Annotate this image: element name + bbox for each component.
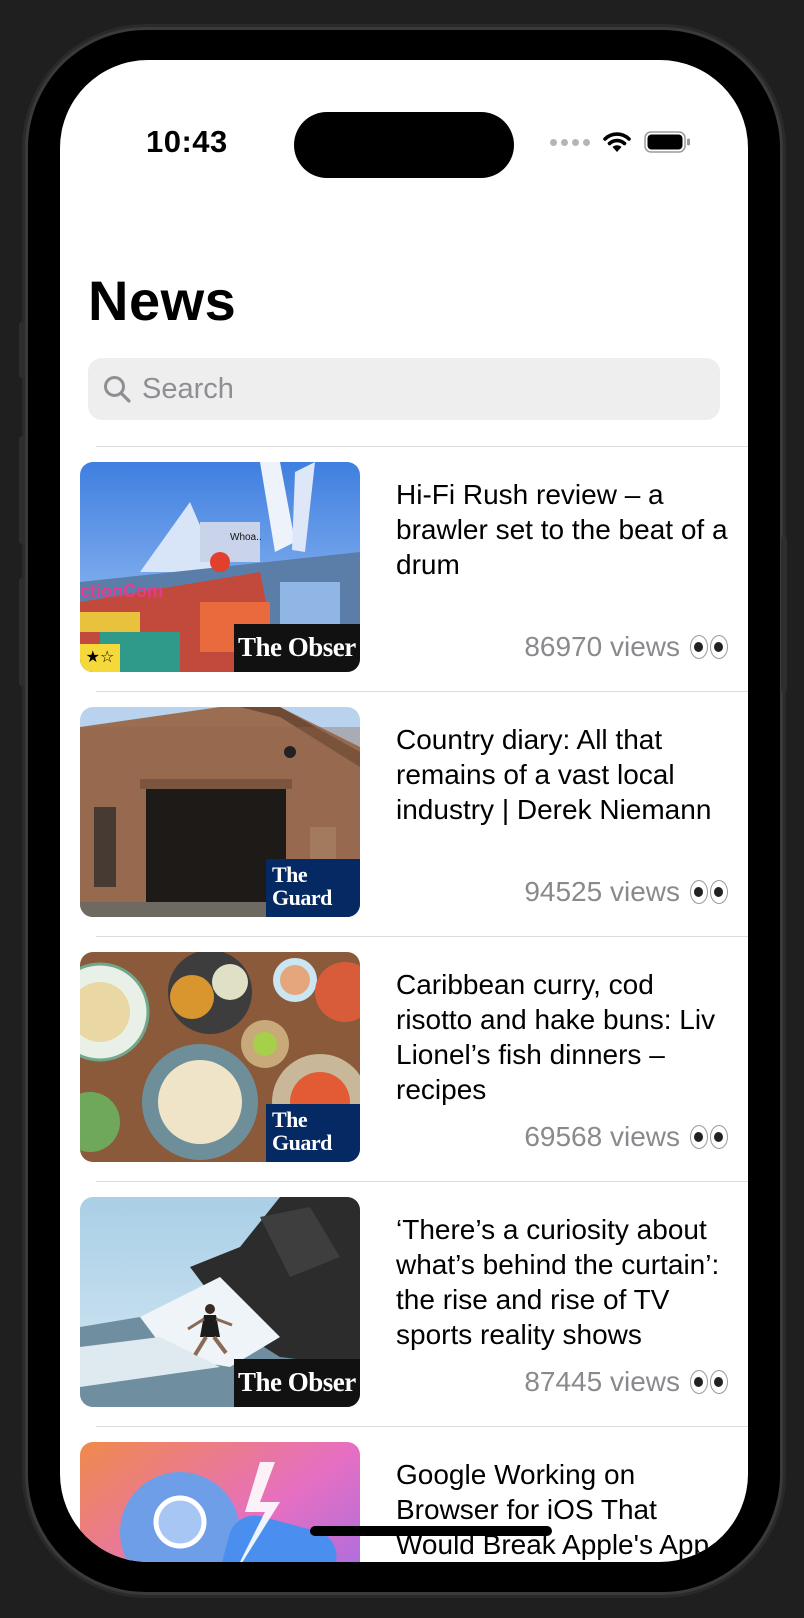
view-count: 87445 views xyxy=(524,1366,728,1398)
home-indicator[interactable] xyxy=(310,1526,552,1536)
eyes-emoji-icon xyxy=(690,635,728,659)
view-count-text: 69568 views xyxy=(524,1121,680,1152)
article-headline: Caribbean curry, cod risotto and hake bu… xyxy=(396,969,716,1105)
volume-up-button xyxy=(19,436,25,544)
cellular-signal-icon xyxy=(550,138,590,146)
article-thumbnail: ctionCom Whoa.. ★☆ The Obser xyxy=(80,462,360,672)
svg-text:Whoa..: Whoa.. xyxy=(230,532,262,543)
news-row-google-browser[interactable]: Google Working on Browser for iOS That W… xyxy=(60,1427,748,1562)
view-count-text: 87445 views xyxy=(524,1366,680,1397)
dynamic-island xyxy=(294,112,514,178)
source-badge-guardian: The Guard xyxy=(266,1104,360,1162)
search-icon xyxy=(104,376,131,403)
search-bar[interactable] xyxy=(88,358,720,420)
news-row-country-diary[interactable]: The Guard Country diary: All that remain… xyxy=(60,692,748,937)
wifi-icon xyxy=(603,132,631,152)
star-rating-badge: ★☆ xyxy=(80,644,120,672)
svg-text:ctionCom: ctionCom xyxy=(80,581,163,601)
mute-switch xyxy=(19,322,25,378)
view-count: 69568 views xyxy=(524,1121,728,1153)
browser-logos-image xyxy=(80,1442,360,1562)
source-badge-observer: The Obser xyxy=(234,624,360,672)
status-icons xyxy=(550,130,692,154)
view-count-text: 94525 views xyxy=(524,876,680,907)
eyes-emoji-icon xyxy=(690,880,728,904)
article-headline: Google Working on Browser for iOS That W… xyxy=(396,1459,710,1560)
volume-down-button xyxy=(19,578,25,686)
status-time: 10:43 xyxy=(146,124,228,159)
news-list[interactable]: ctionCom Whoa.. ★☆ The Obser Hi-Fi Rush … xyxy=(60,447,748,1562)
article-thumbnail: The Guard xyxy=(80,952,360,1162)
news-row-fish-dinners[interactable]: The Guard Caribbean curry, cod risotto a… xyxy=(60,937,748,1182)
power-button xyxy=(781,536,787,692)
view-count-text: 86970 views xyxy=(524,631,680,662)
article-headline: Hi-Fi Rush review – a brawler set to the… xyxy=(396,479,728,580)
news-row-hifi-rush[interactable]: ctionCom Whoa.. ★☆ The Obser Hi-Fi Rush … xyxy=(60,447,748,692)
search-input[interactable] xyxy=(140,371,704,407)
article-thumbnail: The Guard xyxy=(80,707,360,917)
view-count: 94525 views xyxy=(524,876,728,908)
source-badge-guardian: The Guard xyxy=(266,859,360,917)
app-screen: 10:43 News Search ctionCom Whoa.. ★☆ The… xyxy=(60,60,748,1562)
article-thumbnail: The Obser xyxy=(80,1197,360,1407)
source-badge-observer: The Obser xyxy=(234,1359,360,1407)
eyes-emoji-icon xyxy=(690,1125,728,1149)
battery-icon xyxy=(644,131,690,153)
article-thumbnail xyxy=(80,1442,360,1562)
phone-frame: 10:43 News Search ctionCom Whoa.. ★☆ The… xyxy=(28,30,780,1592)
view-count: 86970 views xyxy=(524,631,728,663)
page-title: News xyxy=(88,269,237,332)
eyes-emoji-icon xyxy=(690,1370,728,1394)
status-bar: 10:43 xyxy=(60,60,748,178)
article-headline: Country diary: All that remains of a vas… xyxy=(396,724,712,825)
article-headline: ‘There’s a curiosity about what’s behind… xyxy=(396,1214,720,1350)
news-row-sports-reality[interactable]: The Obser ‘There’s a curiosity about wha… xyxy=(60,1182,748,1427)
